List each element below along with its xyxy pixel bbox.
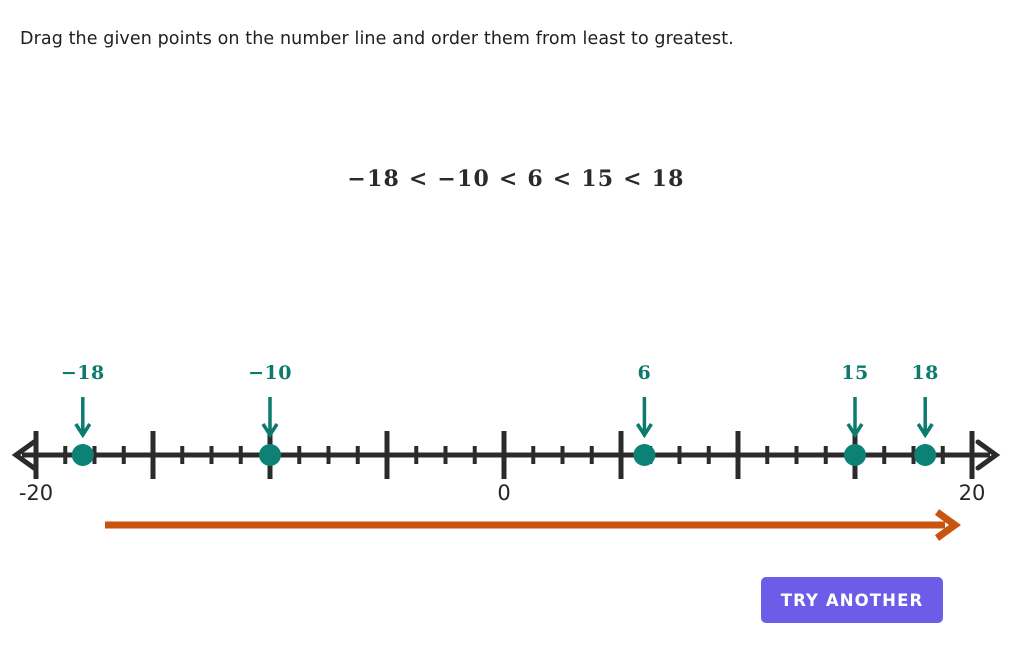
number-line-widget[interactable]: −18 −10 6 15 18 -20 0 20: [0, 360, 1032, 510]
point-value-label: −18: [60, 362, 105, 384]
axis-tick-label: 20: [958, 481, 986, 505]
point-value-label: 18: [911, 362, 939, 384]
number-line-point[interactable]: [259, 444, 281, 466]
number-line-point[interactable]: [914, 444, 937, 466]
number-line-svg[interactable]: [0, 360, 1032, 510]
point-value-label: 15: [841, 362, 869, 384]
point-value-label: −10: [248, 362, 292, 384]
progress-arrow: [105, 509, 961, 541]
number-line-point[interactable]: [844, 444, 866, 466]
inequality-expression: −18 < −10 < 6 < 15 < 18: [347, 166, 685, 192]
point-drop-arrows: [74, 397, 934, 439]
number-line-point[interactable]: [71, 444, 94, 466]
try-another-button[interactable]: TRY ANOTHER: [761, 577, 943, 623]
point-value-label: 6: [637, 362, 652, 384]
instruction-text: Drag the given points on the number line…: [20, 29, 734, 49]
number-line-point[interactable]: [633, 444, 656, 466]
axis-tick-label: -20: [18, 481, 54, 505]
axis-tick-label: 0: [497, 481, 511, 505]
